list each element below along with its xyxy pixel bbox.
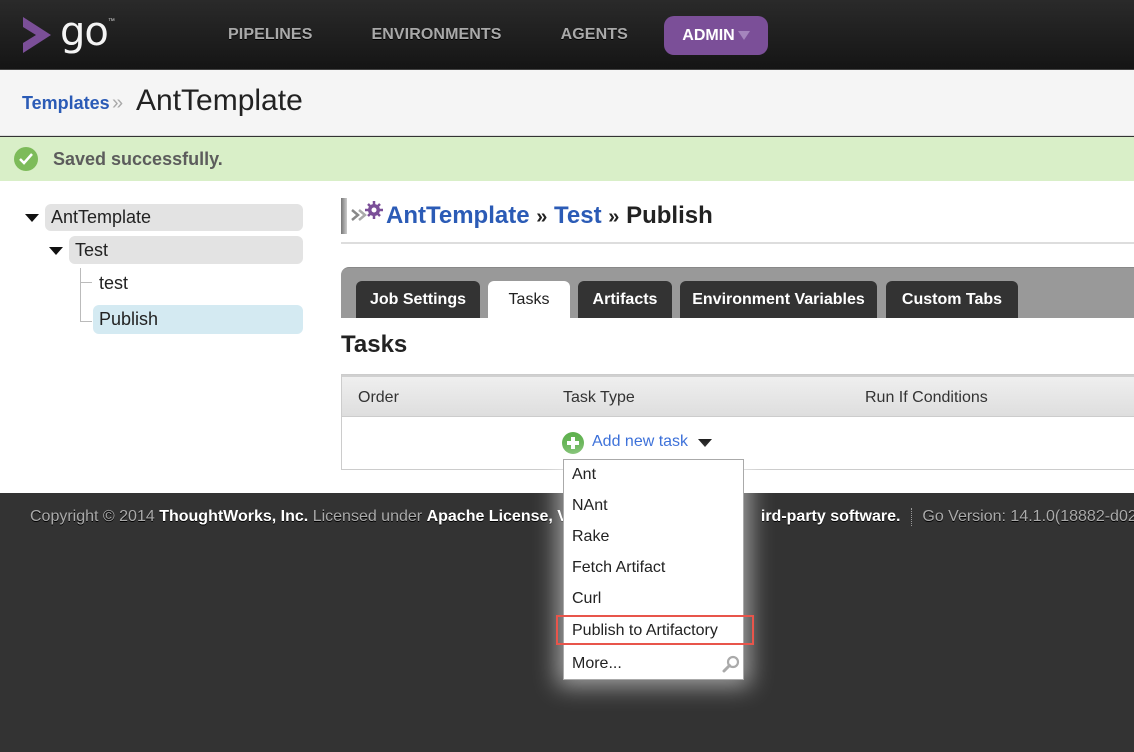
tasks-heading: Tasks xyxy=(341,331,408,358)
column-header-run-if: Run If Conditions xyxy=(865,389,988,406)
dropdown-item-ant[interactable]: Ant xyxy=(572,466,596,484)
column-header-task-type: Task Type xyxy=(563,389,635,406)
job-breadcrumb: AntTemplate » Test » Publish xyxy=(386,202,713,230)
trademark: ™ xyxy=(107,17,115,25)
tab-environment-variables[interactable]: Environment Variables xyxy=(680,281,877,318)
footer-copyright: Copyright © 2014 xyxy=(30,508,155,526)
success-message: Saved successfully. xyxy=(53,149,223,169)
footer-company-link[interactable]: ThoughtWorks, Inc. xyxy=(159,508,308,525)
nav-pipelines[interactable]: PIPELINES xyxy=(228,26,312,44)
add-new-task-label: Add new task xyxy=(592,433,689,450)
divider xyxy=(341,242,1134,244)
job-breadcrumb-stage-link[interactable]: Test xyxy=(554,202,602,229)
plus-circle-icon xyxy=(562,432,584,454)
tasks-table: Order Task Type Run If Conditions xyxy=(341,374,1134,470)
tab-job-settings[interactable]: Job Settings xyxy=(356,281,480,318)
nav-environments[interactable]: ENVIRONMENTS xyxy=(371,26,501,44)
footer-licensed: Licensed under xyxy=(312,508,423,526)
tree-node-job-publish[interactable]: Publish xyxy=(93,305,303,334)
footer-third-party-link[interactable]: ird-party software. xyxy=(761,508,901,525)
dropdown-item-rake[interactable]: Rake xyxy=(572,528,609,546)
task-type-dropdown: Ant NAnt Rake Fetch Artifact Curl Publis… xyxy=(563,459,744,680)
tree-connector xyxy=(80,282,92,283)
tab-custom-tabs[interactable]: Custom Tabs xyxy=(886,281,1018,318)
job-breadcrumb-separator: » xyxy=(536,206,548,228)
tree-node-stage-label: Test xyxy=(75,239,109,260)
footer-divider xyxy=(910,508,912,526)
tree-node-stage[interactable]: Test xyxy=(69,236,303,264)
check-circle-icon xyxy=(14,147,38,171)
breadcrumb-templates-link[interactable]: Templates xyxy=(22,93,110,114)
nav-admin-dropdown[interactable]: ADMIN xyxy=(664,16,768,55)
search-icon xyxy=(722,655,740,673)
job-settings-gear-icon xyxy=(351,201,383,221)
footer-license-link[interactable]: Apache License, Ve xyxy=(427,508,576,525)
highlight-box xyxy=(556,615,754,645)
go-logo[interactable]: go ™ xyxy=(20,9,115,56)
nav-admin-label: ADMIN xyxy=(682,26,735,44)
logo-text: go xyxy=(60,9,109,55)
add-new-task-button[interactable]: Add new task xyxy=(562,432,713,454)
tree-connector xyxy=(80,321,92,322)
tree-connector xyxy=(80,268,81,322)
job-breadcrumb-separator: » xyxy=(608,206,620,228)
dropdown-item-more[interactable]: More... xyxy=(572,655,622,673)
collapse-stage-icon[interactable] xyxy=(49,247,63,255)
tree-node-template-label: AntTemplate xyxy=(51,207,152,227)
dropdown-item-curl[interactable]: Curl xyxy=(572,590,601,608)
page-title: AntTemplate xyxy=(136,84,303,117)
tree-node-template[interactable]: AntTemplate xyxy=(45,204,303,231)
tree-node-job-test[interactable]: test xyxy=(93,269,303,297)
caret-down-icon xyxy=(698,439,713,447)
dropdown-item-fetch-artifact[interactable]: Fetch Artifact xyxy=(572,559,665,577)
tab-artifacts[interactable]: Artifacts xyxy=(578,281,672,318)
collapse-template-icon[interactable] xyxy=(25,214,39,222)
tab-tasks[interactable]: Tasks xyxy=(488,281,570,318)
job-breadcrumb-template-link[interactable]: AntTemplate xyxy=(386,202,530,229)
footer-version: Go Version: 14.1.0(18882-d0272e xyxy=(922,508,1134,526)
dropdown-item-nant[interactable]: NAnt xyxy=(572,497,608,515)
column-header-order: Order xyxy=(358,389,399,406)
job-breadcrumb-current: Publish xyxy=(626,202,713,229)
tree-node-job-test-label: test xyxy=(99,272,129,293)
go-logo-icon xyxy=(23,17,51,53)
tasks-table-header: Order Task Type Run If Conditions xyxy=(342,375,1134,417)
main-nav: PIPELINES ENVIRONMENTS AGENTS xyxy=(228,0,687,70)
nav-agents[interactable]: AGENTS xyxy=(561,26,628,44)
breadcrumb-separator: » xyxy=(112,92,124,114)
caret-down-icon xyxy=(737,31,750,40)
stage-header-bar xyxy=(341,198,347,234)
tree-node-job-publish-label: Publish xyxy=(99,309,159,329)
